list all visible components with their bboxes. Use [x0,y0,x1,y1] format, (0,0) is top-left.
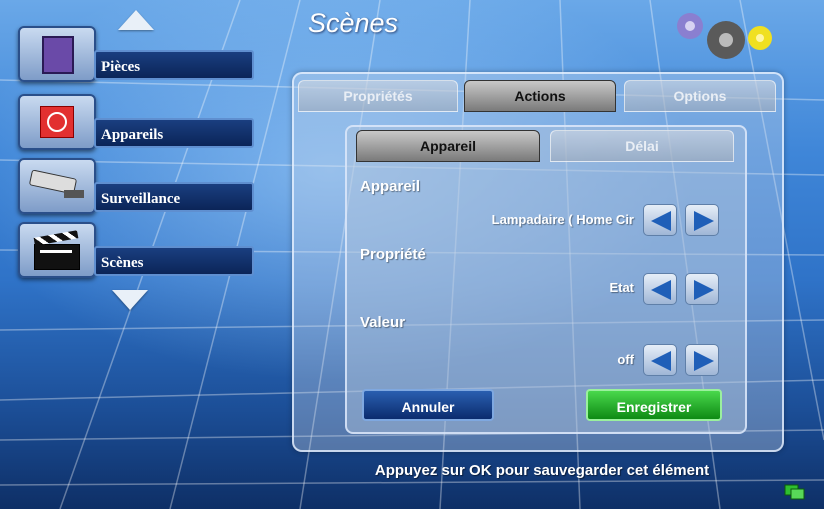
tab-options[interactable]: Options [624,80,776,112]
page-title: Scènes [308,8,399,38]
sidebar-item-surveillance[interactable]: Surveillance [18,158,258,218]
power-box-icon [18,94,96,150]
appareil-value: Lampadaire ( Home Cir [491,212,634,227]
sidebar-item-label: Pièces [94,50,254,80]
save-button[interactable]: Enregistrer [586,389,722,421]
valeur-value: off [617,352,634,367]
tab-actions[interactable]: Actions [464,80,616,112]
field-label-appareil: Appareil [360,178,421,195]
sidebar-item-label: Scènes [94,246,254,276]
field-label-valeur: Valeur [360,314,406,331]
scenes-screen: Scènes Pièces Appareils Surveillance Scè… [0,0,824,509]
instruction-text: Appuyez sur OK pour sauvegarder cet élém… [374,462,710,479]
clapperboard-icon [18,222,96,278]
windows-icon[interactable] [784,484,806,500]
propriete-prev-button[interactable] [643,273,677,305]
arrow-left-icon [651,351,671,371]
valeur-prev-button[interactable] [643,344,677,376]
gears-icon [677,13,772,59]
tab-delai[interactable]: Délai [550,130,734,162]
field-label-propriete: Propriété [360,246,426,263]
propriete-next-button[interactable] [685,273,719,305]
tab-appareil[interactable]: Appareil [356,130,540,162]
appareil-next-button[interactable] [685,204,719,236]
sidebar-item-appareils[interactable]: Appareils [18,94,258,154]
door-icon [18,26,96,82]
appareil-prev-button[interactable] [643,204,677,236]
propriete-value: Etat [609,280,634,295]
sidebar-item-scenes[interactable]: Scènes [18,222,258,282]
camera-icon [18,158,96,214]
sidebar-item-label: Surveillance [94,182,254,212]
arrow-left-icon [651,280,671,300]
arrow-right-icon [694,211,714,231]
arrow-right-icon [694,280,714,300]
sidebar-item-label: Appareils [94,118,254,148]
sidebar-item-pieces[interactable]: Pièces [18,26,258,86]
tab-proprietes[interactable]: Propriétés [298,80,458,112]
valeur-next-button[interactable] [685,344,719,376]
scroll-down-arrow[interactable] [112,290,148,310]
arrow-left-icon [651,211,671,231]
arrow-right-icon [694,351,714,371]
cancel-button[interactable]: Annuler [362,389,494,421]
